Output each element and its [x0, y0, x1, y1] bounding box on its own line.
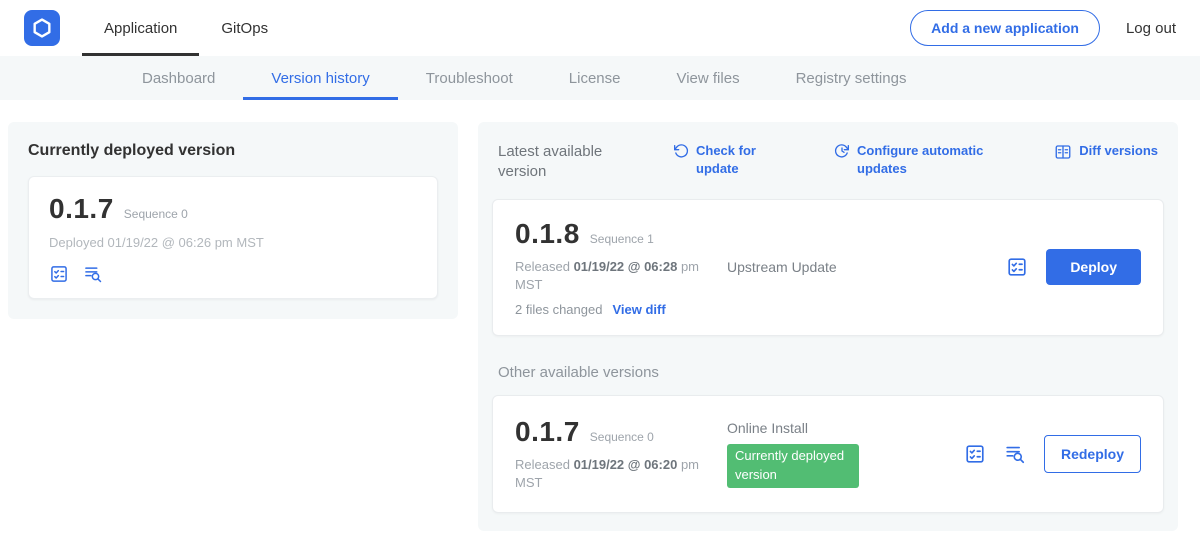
- subnav-troubleshoot-label: Troubleshoot: [426, 70, 513, 87]
- configure-automatic-updates-label: Configure automatic updates: [857, 142, 989, 177]
- other-version-number: 0.1.7: [515, 416, 580, 448]
- subnav-dashboard-label: Dashboard: [142, 70, 215, 87]
- other-preflight-checks-icon[interactable]: [964, 443, 986, 465]
- navbar-right-actions: Add a new application Log out: [910, 10, 1176, 46]
- subnav-item-troubleshoot[interactable]: Troubleshoot: [398, 56, 541, 100]
- tab-gitops-label: GitOps: [221, 20, 268, 37]
- check-for-update-label: Check for update: [696, 142, 766, 177]
- redeploy-button[interactable]: Redeploy: [1044, 435, 1141, 473]
- deployed-version-number: 0.1.7: [49, 193, 114, 225]
- tab-gitops[interactable]: GitOps: [199, 0, 290, 56]
- latest-version-number: 0.1.8: [515, 218, 580, 250]
- subnav-view-files-label: View files: [676, 70, 739, 87]
- logout-link[interactable]: Log out: [1126, 20, 1176, 37]
- other-sequence-label: Sequence 0: [590, 430, 654, 444]
- tab-application-label: Application: [104, 20, 177, 37]
- main-content: Currently deployed version 0.1.7 Sequenc…: [0, 100, 1200, 536]
- view-diff-link[interactable]: View diff: [612, 302, 665, 317]
- latest-version-source: Upstream Update: [727, 259, 837, 275]
- other-versions-heading: Other available versions: [498, 364, 1158, 381]
- view-logs-icon[interactable]: [83, 264, 103, 284]
- check-for-update-button[interactable]: Check for update: [673, 142, 766, 177]
- refresh-icon: [673, 142, 689, 159]
- other-view-logs-icon[interactable]: [1004, 443, 1026, 465]
- deployed-date: Deployed 01/19/22 @ 06:26 pm MST: [49, 235, 417, 250]
- add-application-button[interactable]: Add a new application: [910, 10, 1100, 46]
- deployed-sequence-label: Sequence 0: [124, 207, 188, 221]
- subnav-version-history-label: Version history: [271, 70, 369, 87]
- hexagon-logo-icon: [31, 17, 53, 39]
- configure-automatic-updates-button[interactable]: Configure automatic updates: [834, 142, 989, 177]
- files-changed-label: 2 files changed: [515, 302, 602, 317]
- other-released-date: Released 01/19/22 @ 06:20 pm MST: [515, 456, 705, 492]
- currently-deployed-panel: Currently deployed version 0.1.7 Sequenc…: [8, 122, 458, 319]
- latest-preflight-checks-icon[interactable]: [1006, 256, 1028, 278]
- currently-deployed-title: Currently deployed version: [28, 142, 438, 160]
- other-version-card: 0.1.7 Sequence 0 Released 01/19/22 @ 06:…: [492, 395, 1164, 513]
- latest-sequence-label: Sequence 1: [590, 232, 654, 246]
- app-logo: [24, 10, 60, 46]
- app-subnav: Dashboard Version history Troubleshoot L…: [0, 56, 1200, 100]
- available-panel-header: Latest available version Check for updat…: [492, 142, 1164, 183]
- deploy-button[interactable]: Deploy: [1046, 249, 1141, 285]
- subnav-item-registry-settings[interactable]: Registry settings: [768, 56, 935, 100]
- other-version-source: Online Install: [727, 420, 964, 436]
- tab-application[interactable]: Application: [82, 0, 199, 56]
- diff-table-icon: [1054, 142, 1072, 161]
- subnav-item-view-files[interactable]: View files: [648, 56, 767, 100]
- currently-deployed-badge: Currently deployed version: [727, 444, 859, 488]
- subnav-item-version-history[interactable]: Version history: [243, 56, 397, 100]
- latest-released-date: Released 01/19/22 @ 06:28 pm MST: [515, 258, 705, 294]
- subnav-registry-settings-label: Registry settings: [796, 70, 907, 87]
- latest-version-card: 0.1.8 Sequence 1 Released 01/19/22 @ 06:…: [492, 199, 1164, 336]
- diff-versions-label: Diff versions: [1079, 142, 1158, 160]
- auto-update-sync-icon: [834, 142, 850, 159]
- diff-versions-button[interactable]: Diff versions: [1054, 142, 1158, 161]
- latest-available-title: Latest available version: [498, 142, 623, 183]
- top-navbar: Application GitOps Add a new application…: [0, 0, 1200, 56]
- primary-nav-tabs: Application GitOps: [82, 0, 290, 56]
- subnav-item-license[interactable]: License: [541, 56, 649, 100]
- subnav-item-dashboard[interactable]: Dashboard: [114, 56, 243, 100]
- available-versions-panel: Latest available version Check for updat…: [478, 122, 1178, 531]
- subnav-license-label: License: [569, 70, 621, 87]
- deployed-version-card: 0.1.7 Sequence 0 Deployed 01/19/22 @ 06:…: [28, 176, 438, 299]
- preflight-checks-icon[interactable]: [49, 264, 69, 284]
